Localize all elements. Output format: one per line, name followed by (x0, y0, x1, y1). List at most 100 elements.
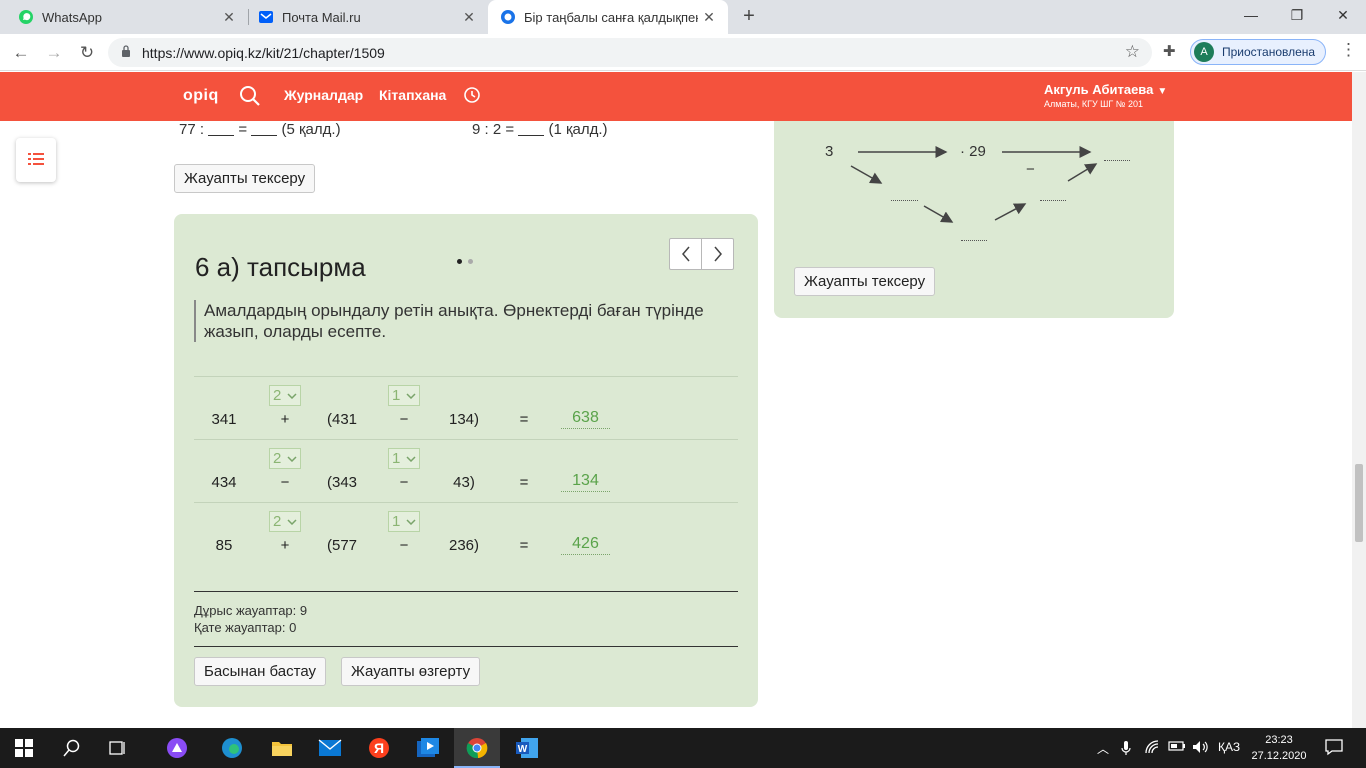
notifications-icon[interactable] (1325, 738, 1343, 759)
order-select[interactable]: 2 (269, 385, 301, 406)
slide-indicator (457, 251, 479, 269)
scrollbar-thumb[interactable] (1355, 464, 1363, 542)
wifi-icon[interactable] (1145, 740, 1161, 757)
bookmark-star-icon[interactable]: ☆ (1125, 42, 1140, 62)
reload-icon[interactable]: ↻ (75, 41, 99, 65)
divider (194, 646, 738, 647)
task-view-icon[interactable] (106, 736, 130, 760)
tab-title: WhatsApp (42, 9, 102, 25)
user-menu[interactable]: Акгуль Абитаева ▼ (1044, 82, 1167, 97)
nav-library[interactable]: Кітапхана (379, 87, 446, 103)
chrome-icon[interactable] (465, 736, 489, 760)
edge-browser-icon[interactable] (220, 736, 244, 760)
word-icon[interactable]: W (515, 736, 539, 760)
wrong-answers-count: Қате жауаптар: 0 (194, 620, 297, 635)
order-select[interactable]: 2 (269, 511, 301, 532)
diagram-blank[interactable] (1040, 200, 1066, 201)
input-language[interactable]: ҚАЗ (1218, 740, 1240, 754)
blank-input[interactable] (518, 122, 545, 136)
yandex-browser-icon[interactable]: Я (367, 736, 391, 760)
video-player-icon[interactable] (416, 736, 440, 760)
order-select[interactable]: 1 (388, 511, 420, 532)
operand: (577 (326, 537, 358, 554)
close-icon[interactable]: ✕ (698, 9, 720, 26)
operand: 236) (448, 537, 480, 554)
tab-whatsapp[interactable]: WhatsApp ✕ (0, 0, 248, 34)
list-icon (28, 153, 44, 165)
row-divider (194, 439, 738, 440)
operand: 43) (453, 474, 475, 491)
close-icon[interactable]: ✕ (218, 9, 240, 26)
tab-mail[interactable]: Почта Mail.ru ✕ (240, 0, 488, 34)
search-icon[interactable] (60, 736, 84, 760)
diagram-blank[interactable] (891, 200, 918, 201)
answer-input[interactable]: 134 (561, 472, 610, 492)
search-icon[interactable] (238, 84, 262, 108)
chevron-down-icon (287, 393, 297, 399)
diagram-blank[interactable] (961, 240, 987, 241)
new-tab-button[interactable]: + (737, 5, 761, 28)
order-select[interactable]: 2 (269, 448, 301, 469)
tab-opiq[interactable]: Бір таңбалы санға қалдықпен бө ✕ (488, 0, 728, 34)
diagram-blank[interactable] (1104, 160, 1130, 161)
browser-toolbar: ← → ↻ https://www.opiq.kz/kit/21/chapter… (0, 34, 1366, 71)
restart-button[interactable]: Басынан бастау (194, 657, 327, 686)
mail-icon (258, 9, 274, 25)
check-answer-button[interactable]: Жауапты тексеру (174, 164, 316, 193)
slide-dot-active[interactable] (457, 259, 462, 264)
user-name: Акгуль Абитаева (1044, 82, 1154, 97)
order-select[interactable]: 1 (388, 385, 420, 406)
prev-button[interactable] (670, 239, 701, 269)
whatsapp-icon (18, 9, 34, 25)
mail-app-icon[interactable] (318, 736, 342, 760)
diagram-card: 3 · 29 − Жауапты тексеру (774, 121, 1174, 318)
browser-menu-icon[interactable]: ⋮ (1340, 40, 1357, 60)
back-arrow-icon[interactable]: ← (9, 41, 33, 65)
answer-input[interactable]: 638 (561, 409, 610, 429)
history-clock-icon[interactable] (463, 86, 481, 104)
system-clock[interactable]: 23:23 27.12.2020 (1251, 732, 1307, 764)
slide-dot[interactable] (468, 259, 473, 264)
tray-chevron-up-icon[interactable]: ︿ (1097, 740, 1109, 757)
row-divider (194, 502, 738, 503)
maximize-icon[interactable]: ❐ (1274, 0, 1320, 30)
operand: 134) (448, 411, 480, 428)
next-button[interactable] (701, 239, 733, 269)
page-content: 77 : = (5 қалд.) 9 : 2 = (1 қалд.) Жауап… (0, 121, 1352, 728)
check-answer-button[interactable]: Жауапты тексеру (794, 267, 936, 296)
pager (669, 238, 734, 270)
operator: + (280, 537, 290, 554)
profile-button[interactable]: A Приостановлена (1190, 39, 1326, 65)
blank-input[interactable] (251, 122, 278, 136)
minimize-icon[interactable]: — (1228, 0, 1274, 30)
svg-text:Я: Я (374, 740, 384, 756)
alice-assistant-icon[interactable] (165, 736, 189, 760)
order-select[interactable]: 1 (388, 448, 420, 469)
windows-start-icon[interactable] (12, 736, 36, 760)
operator: − (280, 474, 290, 491)
answer-input[interactable]: 426 (561, 535, 610, 555)
address-bar[interactable]: https://www.opiq.kz/kit/21/chapter/1509 … (108, 38, 1152, 67)
forward-arrow-icon[interactable]: → (42, 41, 66, 65)
file-explorer-icon[interactable] (270, 736, 294, 760)
change-answer-button[interactable]: Жауапты өзгерту (341, 657, 481, 686)
user-school: Алматы, КГУ ШГ № 201 (1044, 99, 1143, 109)
battery-icon[interactable] (1168, 740, 1186, 755)
table-of-contents-button[interactable] (16, 138, 56, 182)
operand: (343 (326, 474, 358, 491)
clock-date: 27.12.2020 (1251, 750, 1307, 762)
chevron-down-icon (287, 519, 297, 525)
page-scrollbar[interactable] (1352, 72, 1366, 728)
volume-icon[interactable] (1192, 740, 1210, 757)
microphone-icon[interactable] (1121, 740, 1131, 759)
window-close-icon[interactable]: ✕ (1320, 0, 1366, 30)
nav-journals[interactable]: Журналдар (284, 87, 363, 103)
opiq-tab-icon (500, 9, 516, 25)
diagram-arrows (850, 146, 1098, 223)
extensions-puzzle-icon[interactable]: ✚ (1163, 42, 1176, 60)
close-icon[interactable]: ✕ (458, 9, 480, 26)
blank-input[interactable] (208, 122, 235, 136)
opiq-logo[interactable]: opiq (183, 87, 219, 105)
operand: 341 (211, 411, 237, 428)
task-instruction: Амалдардың орындалу ретін анықта. Өрнект… (194, 300, 704, 342)
